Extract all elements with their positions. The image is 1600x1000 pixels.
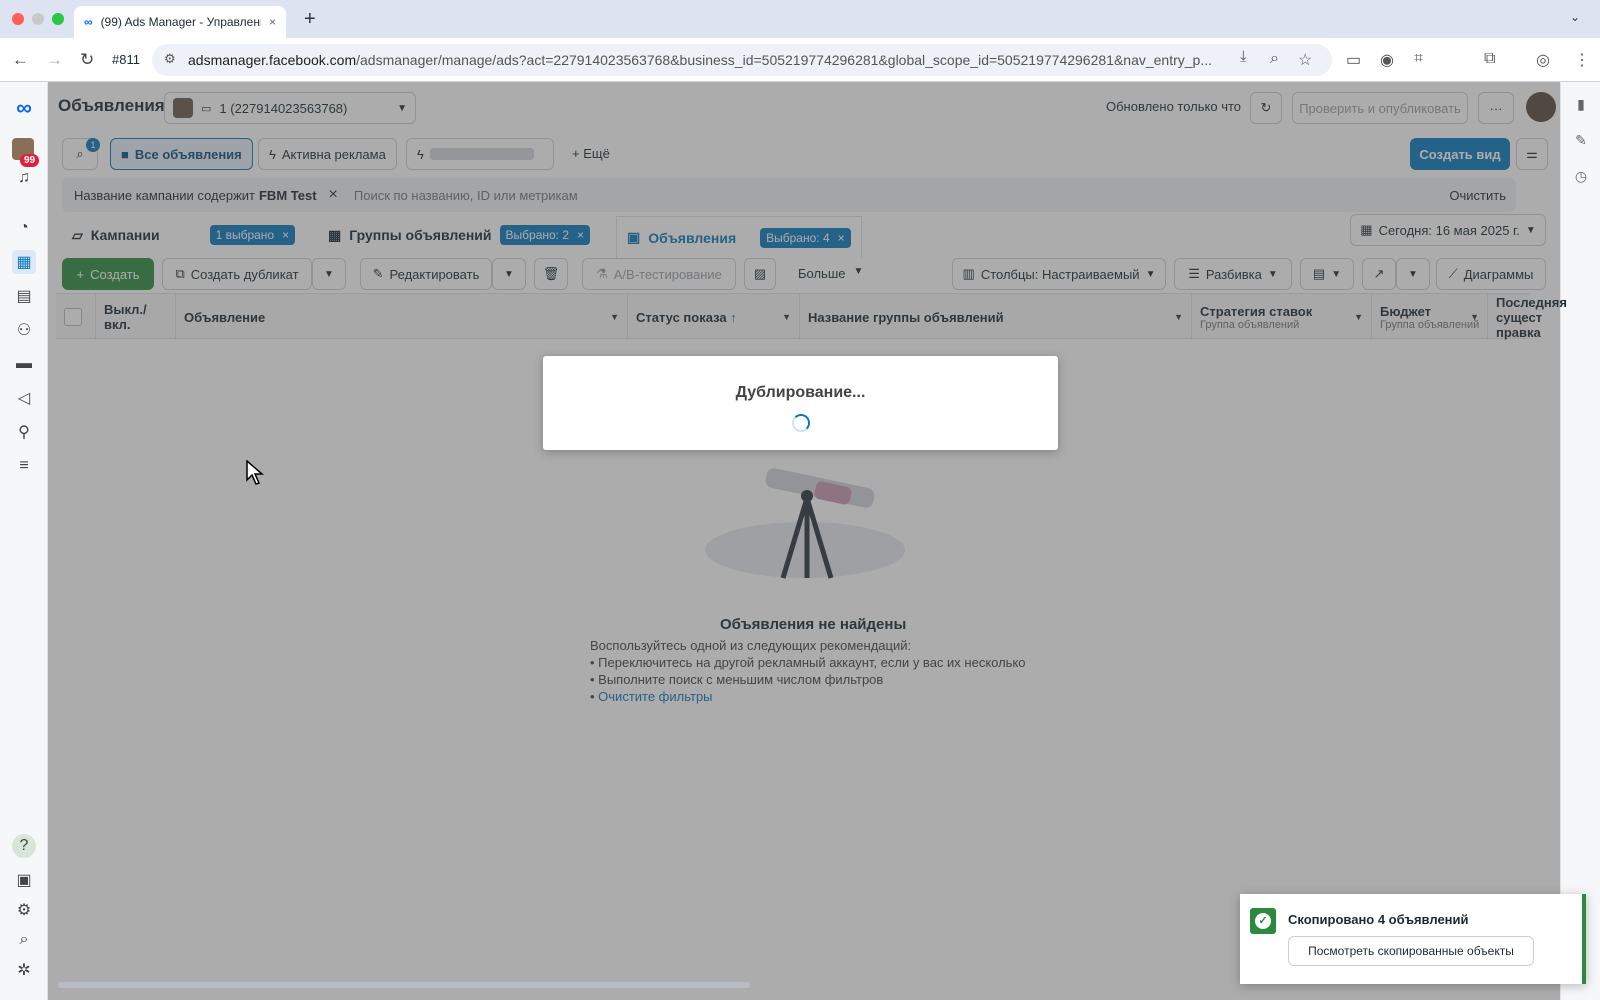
insights-chart-icon[interactable]: ▮ <box>1571 96 1591 116</box>
minimize-window-button[interactable] <box>32 13 44 25</box>
history-clock-icon[interactable]: ◷ <box>1571 168 1591 188</box>
url-path: /adsmanager/manage/ads?act=2279140235637… <box>356 52 1213 68</box>
meta-logo-icon[interactable]: ∞ <box>12 95 36 120</box>
toast-title: Скопировано 4 объявлений <box>1288 912 1469 927</box>
camera-icon[interactable]: ▭ <box>1346 50 1361 70</box>
search-icon[interactable]: ⌕ <box>12 928 36 952</box>
megaphone-icon[interactable]: ◁ <box>12 386 36 410</box>
meta-favicon-icon: ∞ <box>84 15 93 29</box>
maximize-window-button[interactable] <box>52 13 64 25</box>
edit-pencil-icon[interactable]: ✎ <box>1571 132 1591 152</box>
profile-icon[interactable]: ◎ <box>1536 50 1550 70</box>
view-copied-button[interactable]: Посмотреть скопированные объекты <box>1288 936 1534 966</box>
reports-icon[interactable]: ▤ <box>12 284 36 308</box>
install-app-icon[interactable]: ⤓ <box>1240 48 1247 65</box>
billing-card-icon[interactable]: ▬ <box>12 352 36 376</box>
browser-toolbar: ← → ↻ #811 ⚙ adsmanager.facebook.com/ads… <box>0 38 1600 82</box>
left-navigation: ∞ 99 ♫ ◔ ▦ ▤ ⚇ ▬ ◁ ⚲ ≡ ? ▣ ⚙ ⌕ ✲ <box>0 82 48 1000</box>
tab-close-icon[interactable]: × <box>269 15 276 29</box>
loading-spinner-icon <box>792 414 810 432</box>
feedback-icon[interactable]: ▣ <box>12 868 36 892</box>
help-icon[interactable]: ? <box>12 834 36 858</box>
modal-backdrop <box>48 82 1560 1000</box>
extensions-puzzle-icon[interactable]: ⧉ <box>1484 50 1495 68</box>
right-rail: ▮ ✎ ◷ <box>1560 82 1600 1000</box>
dialog-title: Дублирование... <box>735 384 866 401</box>
tab-list-chevron-icon[interactable]: ⌄ <box>1570 10 1580 24</box>
duplicating-dialog: Дублирование... <box>543 356 1058 450</box>
mouse-cursor-icon <box>246 460 264 485</box>
cookie-extension-icon[interactable]: ◉ <box>1380 50 1394 70</box>
tab-title: (99) Ads Manager - Управление <box>100 15 261 29</box>
url-domain: adsmanager.facebook.com <box>188 52 357 68</box>
settings-gear-icon[interactable]: ⚙ <box>12 898 36 922</box>
success-check-icon: ✓ <box>1250 908 1276 934</box>
site-settings-icon[interactable]: ⚙ <box>164 51 176 67</box>
browser-menu-icon[interactable]: ⋮ <box>1574 50 1590 70</box>
forward-arrow-icon[interactable]: → <box>46 50 63 70</box>
all-tools-menu-icon[interactable]: ≡ <box>12 454 36 478</box>
copied-toast: ✓ Скопировано 4 объявлений Посмотреть ск… <box>1240 894 1586 984</box>
tab-counter: #811 <box>112 52 140 67</box>
business-tools-icon[interactable]: ⚲ <box>12 420 36 444</box>
notifications-bell-icon[interactable]: ♫ <box>12 166 36 190</box>
bookmark-star-icon[interactable]: ☆ <box>1298 50 1312 70</box>
zoom-icon[interactable]: ⌕ <box>1270 50 1279 68</box>
back-arrow-icon[interactable]: ← <box>12 50 29 70</box>
reload-icon[interactable]: ↻ <box>80 50 94 70</box>
new-tab-button[interactable]: + <box>304 8 316 31</box>
close-window-button[interactable] <box>12 13 24 25</box>
devtools-extension-icon[interactable]: ⌗ <box>1414 50 1423 68</box>
horizontal-scrollbar[interactable] <box>58 982 750 988</box>
dashboard-gauge-icon[interactable]: ◔ <box>12 216 36 240</box>
browser-tab-active[interactable]: ∞ (99) Ads Manager - Управление × <box>74 6 286 38</box>
bug-report-icon[interactable]: ✲ <box>12 958 36 982</box>
audiences-icon[interactable]: ⚇ <box>12 318 36 342</box>
address-bar[interactable]: ⚙ adsmanager.facebook.com/adsmanager/man… <box>152 44 1332 76</box>
browser-tab-strip: ∞ (99) Ads Manager - Управление × + ⌄ <box>0 0 1600 38</box>
ads-table-icon[interactable]: ▦ <box>12 250 36 274</box>
